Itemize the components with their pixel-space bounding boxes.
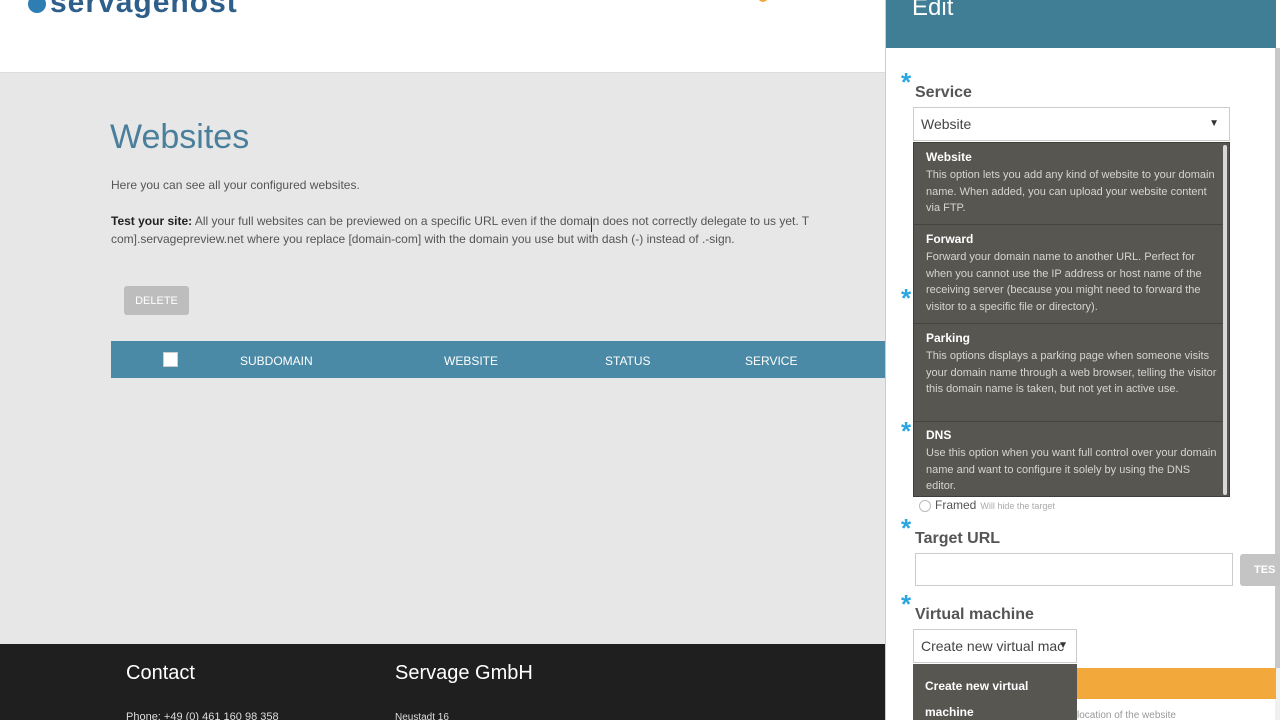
warning-bar	[1077, 668, 1276, 699]
required-asterisk-icon: *	[901, 513, 912, 543]
site-footer: Contact Phone: +49 (0) 461 160 98 358 Se…	[0, 644, 885, 720]
target-url-input[interactable]	[915, 553, 1233, 586]
virtual-machine-label: Virtual machine	[915, 606, 1034, 623]
footer-street: Neustadt 16	[395, 712, 449, 720]
logo-icon	[28, 0, 46, 14]
option-description: Use this option when you want full contr…	[926, 447, 1217, 492]
virtual-machine-select-value: Create new virtual mac	[921, 638, 1065, 654]
footer-company-title: Servage GmbH	[395, 662, 533, 684]
service-dropdown-list[interactable]: Website This option lets you add any kin…	[913, 142, 1230, 497]
framed-label: Framed	[935, 498, 977, 512]
select-all-checkbox[interactable]	[163, 352, 178, 367]
test-url-button[interactable]: TES	[1240, 554, 1280, 586]
option-description: Forward your domain name to another URL.…	[926, 251, 1202, 313]
service-label: Service	[915, 84, 972, 101]
option-title: DNS	[926, 428, 952, 442]
virtual-machine-select[interactable]: Create new virtual mac ▼	[913, 629, 1077, 663]
test-site-line2: com].servagepreview.net where you replac…	[111, 232, 735, 246]
column-website[interactable]: WEBSITE	[444, 354, 498, 368]
required-asterisk-icon: *	[901, 589, 912, 619]
service-option-parking[interactable]: Parking This options displays a parking …	[914, 324, 1223, 422]
required-asterisk-icon: *	[901, 416, 912, 446]
virtual-machine-dropdown-list[interactable]: Create new virtual machine	[913, 664, 1077, 720]
main-content: Websites Here you can see all your confi…	[0, 74, 885, 644]
option-title: Forward	[926, 232, 974, 246]
footer-contact-title: Contact	[126, 662, 195, 684]
dropdown-scrollbar-thumb[interactable]	[1223, 145, 1227, 495]
location-hint-text: location of the website	[1077, 710, 1176, 720]
option-title: Parking	[926, 331, 971, 345]
intro-text: Here you can see all your configured web…	[111, 178, 360, 192]
text-cursor-icon	[591, 218, 593, 232]
column-service[interactable]: SERVICE	[745, 354, 797, 368]
required-asterisk-icon: *	[901, 283, 912, 313]
table-header: SUBDOMAIN WEBSITE STATUS SERVICE	[111, 341, 885, 378]
chevron-down-icon: ▼	[1058, 640, 1068, 651]
option-title: Website	[926, 150, 972, 164]
framed-hint: Will hide the target	[980, 501, 1055, 511]
column-status[interactable]: STATUS	[605, 354, 651, 368]
test-site-text: Test your site: All your full websites c…	[111, 212, 901, 248]
logo[interactable]: servagehost	[28, 0, 238, 20]
test-site-label: Test your site:	[111, 214, 193, 228]
edit-panel-header: Edit	[886, 0, 1276, 48]
vm-option-create-new[interactable]: Create new virtual machine	[925, 673, 1065, 720]
required-asterisk-icon: *	[901, 67, 912, 97]
chevron-down-icon: ▼	[1209, 118, 1219, 129]
option-description: This option lets you add any kind of web…	[926, 169, 1215, 214]
edit-panel: Edit * Service Website ▼ * * Website Thi…	[885, 0, 1280, 720]
target-url-label: Target URL	[915, 530, 1001, 547]
footer-phone: Phone: +49 (0) 461 160 98 358	[126, 711, 279, 720]
logo-text: servagehost	[50, 0, 238, 19]
page-title: Websites	[110, 118, 250, 156]
service-select[interactable]: Website ▼	[913, 107, 1230, 141]
service-option-website[interactable]: Website This option lets you add any kin…	[914, 143, 1223, 225]
service-select-value: Website	[921, 116, 972, 132]
framed-radio[interactable]	[919, 499, 931, 512]
test-site-line1: All your full websites can be previewed …	[194, 214, 810, 228]
option-description: This options displays a parking page whe…	[926, 350, 1217, 395]
framed-option[interactable]: Framed Will hide the target	[919, 498, 1055, 512]
delete-button[interactable]: DELETE	[124, 286, 189, 315]
service-option-forward[interactable]: Forward Forward your domain name to anot…	[914, 225, 1223, 324]
service-option-dns[interactable]: DNS Use this option when you want full c…	[914, 422, 1223, 496]
header-accent-mark	[758, 0, 768, 2]
column-subdomain[interactable]: SUBDOMAIN	[240, 354, 313, 368]
edit-panel-title: Edit	[912, 0, 954, 21]
